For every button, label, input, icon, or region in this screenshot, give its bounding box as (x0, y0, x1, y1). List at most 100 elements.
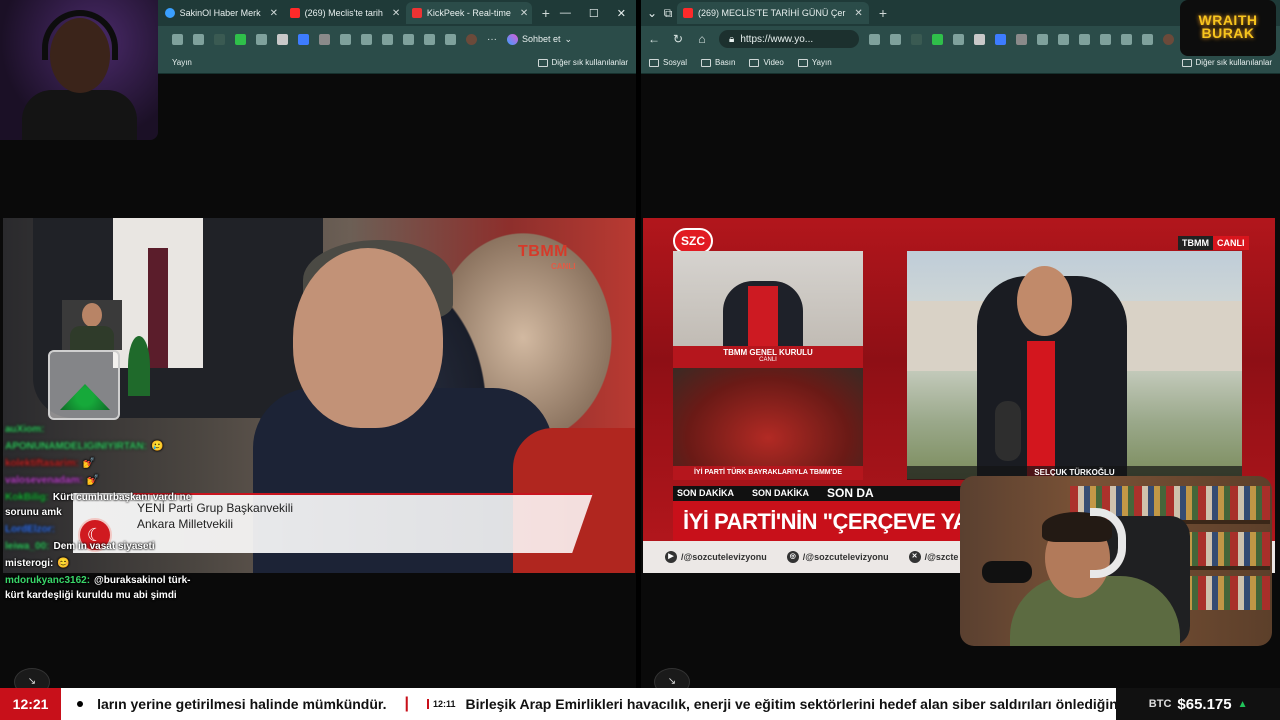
chevron-down-icon: ⌄ (564, 33, 573, 44)
inset-caption-top: TBMM GENEL KURULU CANLI (673, 346, 863, 368)
plant-graphic (128, 336, 150, 396)
split-screen-icon[interactable] (361, 33, 372, 45)
extension-icon[interactable] (953, 33, 964, 45)
ticker-text: ların yerine getirilmesi halinde mümkünd… (97, 696, 387, 712)
chat-message: KokBilig: Kürt cumhurbaşkanı vardı ne sor… (5, 492, 192, 518)
main-video-frame (907, 251, 1242, 481)
extension-icon[interactable] (424, 33, 435, 45)
bookmark-yayin[interactable]: Yayın (172, 58, 192, 67)
tab-kickpeek[interactable]: KickPeek - Real-time ✕ (405, 2, 532, 24)
extension-icon[interactable] (235, 33, 246, 45)
extension-icon[interactable] (1142, 33, 1153, 45)
favorite-star-icon[interactable] (890, 33, 901, 45)
extension-icon[interactable] (256, 33, 267, 45)
jar-graphic (48, 350, 120, 420)
refresh-icon[interactable] (340, 33, 351, 45)
chat-message: auXiom: (5, 424, 45, 435)
folder-icon (537, 58, 548, 67)
close-window-icon[interactable]: ✕ (617, 7, 626, 20)
extension-icon[interactable] (911, 33, 922, 45)
globe-icon (164, 8, 175, 18)
youtube-icon (289, 8, 300, 18)
chevron-down-icon[interactable]: ⌄ (645, 6, 659, 20)
close-tab-icon[interactable]: ✕ (392, 8, 400, 19)
extension-icon[interactable] (1079, 33, 1090, 45)
folder-icon (1181, 58, 1192, 67)
chat-message: mdorukyanc3162: @buraksakinol türk-kürt k… (5, 575, 191, 601)
lock-icon: 🔒︎ (729, 33, 735, 45)
favorites-icon[interactable] (403, 33, 414, 45)
bookmark-basin[interactable]: Basın (701, 58, 735, 67)
microphone-icon (995, 401, 1021, 461)
home-icon[interactable]: ⌂ (695, 32, 709, 46)
folder-icon (649, 58, 659, 67)
other-bookmarks[interactable]: Diğer sık kullanılanlar (1181, 58, 1272, 67)
avatar[interactable] (466, 33, 477, 45)
tab-youtube-meclis-right[interactable]: (269) MECLİS'TE TARİHİ GÜNÜ Çer ✕ (677, 2, 869, 24)
maximize-icon[interactable]: ☐ (589, 7, 599, 20)
headphones-icon (42, 10, 118, 60)
speaker (293, 248, 443, 428)
extension-icon[interactable] (1121, 33, 1132, 45)
split-screen-icon[interactable] (1058, 33, 1069, 45)
ticker-text: Birleşik Arap Emirlikleri havacılık, ene… (465, 696, 1117, 712)
bookmark-yayin[interactable]: Yayın (797, 58, 832, 67)
avatar[interactable] (1163, 33, 1174, 45)
close-tab-icon[interactable]: ✕ (270, 8, 278, 19)
back-icon[interactable]: ← (647, 32, 661, 46)
extension-icon[interactable] (445, 33, 456, 45)
youtube-icon: ▶ (665, 551, 677, 563)
favorite-star-icon[interactable] (193, 33, 204, 45)
tab-youtube-meclis[interactable]: (269) Meclis'te tarih ✕ (284, 2, 404, 24)
other-bookmarks[interactable]: Diğer sık kullanılanlar (537, 58, 628, 67)
favorites-icon[interactable] (1100, 33, 1111, 45)
reload-icon[interactable]: ↻ (671, 32, 685, 46)
small-webcam-overlay (62, 300, 122, 350)
extension-icon[interactable] (214, 33, 225, 45)
reader-icon[interactable] (869, 33, 880, 45)
live-badge: TBMM CANLI (1178, 236, 1249, 250)
tbmm-logo: TBMM (518, 243, 568, 260)
extension-icon[interactable] (995, 33, 1006, 45)
copilot-chat-button[interactable]: Sohbet et ⌄ (507, 33, 573, 45)
extension-icon[interactable] (298, 33, 309, 45)
address-bar[interactable]: 🔒︎ https://www.yo... (719, 30, 859, 48)
extension-icon[interactable] (172, 33, 183, 45)
chat-overlay: auXiom: APONUNAMDELIGINIYIRTAN: 🥲 kolekti… (5, 422, 205, 605)
up-arrow-icon: ▲ (1237, 698, 1248, 710)
new-tab-button[interactable]: + (534, 5, 558, 21)
kickpeek-icon (411, 8, 422, 18)
microphone-icon (982, 561, 1032, 583)
tab-sakinol-haber[interactable]: SakinOl Haber Merk ✕ (159, 2, 282, 24)
ticker-item-time: 12:11 (426, 699, 456, 709)
chat-message: leiwa_00: Dem in vasat siyaseti (5, 541, 155, 552)
youtube-icon (683, 8, 693, 18)
new-tab-button[interactable]: + (871, 5, 895, 21)
copilot-icon (507, 33, 518, 45)
extension-icon[interactable] (277, 33, 288, 45)
news-ticker: 12:21 ların yerine getirilmesi halinde m… (0, 688, 1280, 720)
folder-icon (749, 58, 760, 67)
chat-message: kolektiftasarim: 💅 (5, 458, 96, 469)
minimize-icon[interactable]: — (560, 7, 571, 20)
chat-message: APONUNAMDELIGINIYIRTAN: 🥲 (5, 441, 164, 452)
refresh-icon[interactable] (1037, 33, 1048, 45)
chat-message: valosevenadam: 💅 (5, 475, 100, 486)
streamer-webcam-top (0, 0, 158, 140)
extension-icon[interactable] (319, 33, 330, 45)
extension-icon[interactable] (1016, 33, 1027, 45)
close-tab-icon[interactable]: ✕ (520, 8, 528, 19)
window-controls: — ☐ ✕ (560, 7, 636, 20)
more-options-icon[interactable]: ··· (487, 34, 497, 45)
bookmark-sosyal[interactable]: Sosyal (649, 58, 687, 67)
extension-icon[interactable] (932, 33, 943, 45)
btc-price: BTC $65.175 ▲ (1116, 688, 1280, 720)
extension-icon[interactable] (974, 33, 985, 45)
extension-icon[interactable] (382, 33, 393, 45)
bullet-icon (77, 701, 84, 707)
workspaces-icon[interactable]: ⧉ (661, 6, 675, 21)
stream-scene: SakinOl Haber Merk ✕ (269) Meclis'te tar… (0, 0, 1280, 720)
close-tab-icon[interactable]: ✕ (854, 8, 862, 19)
inset-video-bottom (673, 368, 863, 468)
bookmark-video[interactable]: Video (749, 58, 784, 67)
